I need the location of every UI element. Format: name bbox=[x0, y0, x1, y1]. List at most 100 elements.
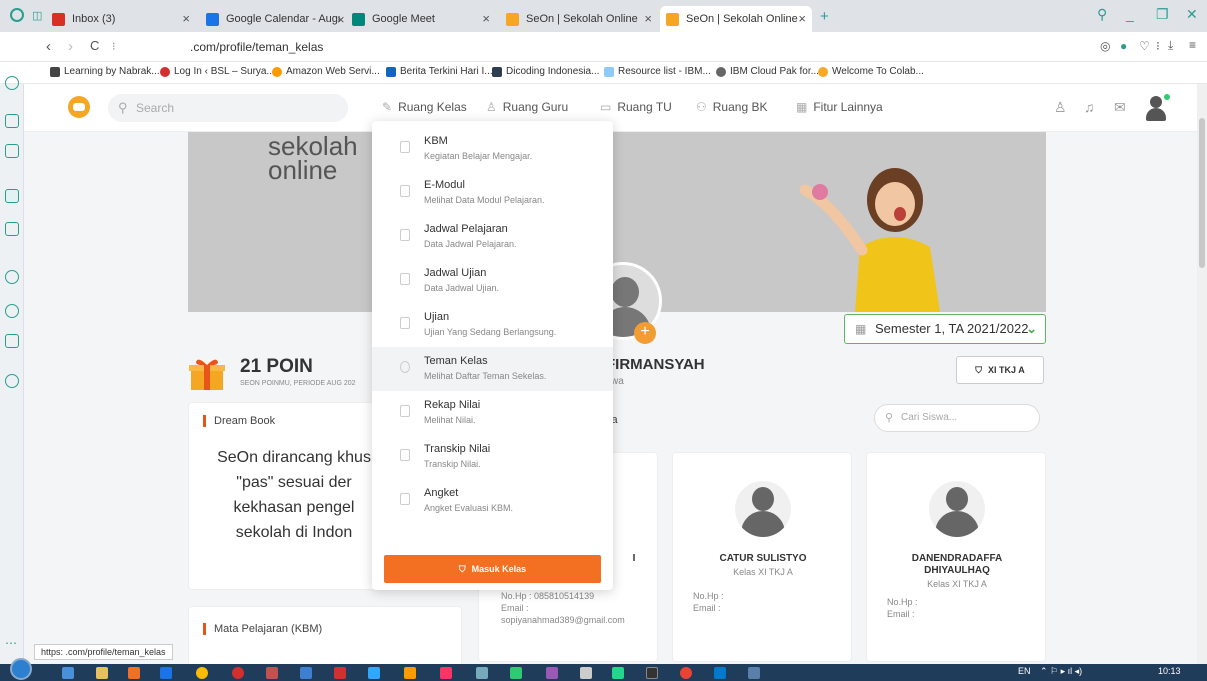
illustrator-icon[interactable] bbox=[404, 667, 416, 679]
browser-icon[interactable] bbox=[748, 667, 760, 679]
heart-icon[interactable]: ♡ bbox=[1139, 39, 1150, 53]
dropdown-item-rekap-nilai[interactable]: Rekap Nilai Melihat Nilai. bbox=[372, 391, 613, 435]
tab-meet[interactable]: Google Meet × bbox=[346, 6, 496, 32]
reader-icon[interactable] bbox=[5, 222, 19, 236]
cube-icon[interactable] bbox=[5, 334, 19, 348]
site-info-icon[interactable]: ⁝ bbox=[112, 40, 116, 53]
close-icon[interactable]: × bbox=[482, 6, 490, 32]
dropdown-item-transkip-nilai[interactable]: Transkip Nilai Transkip Nilai. bbox=[372, 435, 613, 479]
user-icon[interactable]: ♙ bbox=[1054, 99, 1067, 116]
bookmark-item[interactable]: Amazon Web Servi... bbox=[272, 66, 380, 77]
dropdown-item-e-modul[interactable]: E-Modul Melihat Data Modul Pelajaran. bbox=[372, 171, 613, 215]
search-student-box[interactable]: ⚲ Cari Siswa... bbox=[874, 404, 1040, 432]
upload-photo-button[interactable]: + bbox=[634, 322, 656, 344]
search-input[interactable]: Search bbox=[136, 101, 174, 115]
heart-icon[interactable] bbox=[5, 270, 19, 284]
menu-fitur-lainnya[interactable]: ▦ Fitur Lainnya bbox=[796, 100, 883, 114]
avatar[interactable] bbox=[1142, 94, 1170, 122]
opera-icon[interactable] bbox=[232, 667, 244, 679]
speed-dial-icon[interactable] bbox=[5, 76, 19, 90]
class-button[interactable]: ⛉ XI TKJ A bbox=[956, 356, 1044, 384]
bell-icon[interactable]: ♫ bbox=[1084, 99, 1095, 115]
photoshop-icon[interactable] bbox=[368, 667, 380, 679]
tray-icons[interactable]: ⌃ ⚐ ▸ ıl ◂) bbox=[1040, 666, 1082, 677]
menu-ruang-guru[interactable]: ♙ Ruang Guru bbox=[486, 100, 568, 114]
clock[interactable]: 10:13 bbox=[1158, 666, 1181, 676]
new-tab-icon[interactable]: + bbox=[820, 8, 829, 25]
dropdown-item-jadwal-ujian[interactable]: Jadwal Ujian Data Jadwal Ujian. bbox=[372, 259, 613, 303]
chrome-icon[interactable] bbox=[196, 667, 208, 679]
mail-icon[interactable]: ✉ bbox=[1114, 99, 1126, 116]
bookmark-item[interactable]: Learning by Nabrak... bbox=[50, 66, 160, 77]
app-icon[interactable] bbox=[128, 667, 140, 679]
bookmark-item[interactable]: Berita Terkini Hari I... bbox=[386, 66, 493, 77]
reload-icon[interactable]: C bbox=[90, 38, 99, 53]
download-icon[interactable]: ⤓ bbox=[1168, 38, 1173, 53]
tab-meet[interactable] bbox=[206, 6, 232, 32]
camera-icon[interactable]: ◎ bbox=[1100, 39, 1110, 53]
restore-icon[interactable]: ❐ bbox=[1156, 6, 1169, 23]
more-icon[interactable]: ⋯ bbox=[5, 636, 17, 650]
app-icon[interactable] bbox=[300, 667, 312, 679]
bookmark-item[interactable]: Dicoding Indonesia... bbox=[492, 66, 599, 77]
semester-select[interactable]: ▦ Semester 1, TA 2021/2022 ⌄ bbox=[844, 314, 1046, 344]
app-icon[interactable] bbox=[476, 667, 488, 679]
minimize-icon[interactable]: _ bbox=[1126, 6, 1134, 22]
menu-ruang-kelas[interactable]: ✎ Ruang Kelas bbox=[382, 100, 467, 114]
chat-icon[interactable] bbox=[5, 144, 19, 158]
dropdown-item-angket[interactable]: Angket Angket Evaluasi KBM. bbox=[372, 479, 613, 523]
chrome-icon[interactable] bbox=[680, 667, 692, 679]
explorer-icon[interactable] bbox=[96, 667, 108, 679]
shield-icon[interactable]: ● bbox=[1120, 39, 1127, 53]
back-icon[interactable]: ‹ bbox=[46, 38, 51, 55]
search-box[interactable]: ⚲ Search bbox=[108, 94, 348, 122]
masuk-kelas-button[interactable]: ⛉ Masuk Kelas bbox=[384, 555, 601, 583]
vivaldi-icon[interactable] bbox=[266, 667, 278, 679]
app-icon[interactable] bbox=[160, 667, 172, 679]
close-icon[interactable]: × bbox=[798, 6, 806, 32]
dropdown-item-jadwal-pelajaran[interactable]: Jadwal Pelajaran Data Jadwal Pelajaran. bbox=[372, 215, 613, 259]
seon-logo[interactable] bbox=[68, 96, 90, 118]
indesign-icon[interactable] bbox=[440, 667, 452, 679]
bag-icon[interactable] bbox=[5, 114, 19, 128]
browser-logo-icon[interactable] bbox=[10, 8, 24, 22]
home-icon[interactable] bbox=[5, 189, 19, 203]
ie-icon[interactable] bbox=[62, 667, 74, 679]
student-card[interactable]: DANENDRADAFFA DHIYAULHAQ Kelas XI TKJ A … bbox=[866, 452, 1046, 662]
window-close-icon[interactable]: ✕ bbox=[1186, 6, 1198, 23]
app-icon[interactable] bbox=[546, 667, 558, 679]
tab-groups-icon[interactable]: ◫ bbox=[32, 9, 42, 22]
bookmark-item[interactable]: Welcome To Colab... bbox=[818, 66, 924, 77]
forward-icon[interactable]: › bbox=[68, 38, 73, 55]
history-icon[interactable] bbox=[5, 304, 19, 318]
close-icon[interactable]: × bbox=[337, 12, 345, 27]
dropdown-item-kbm[interactable]: KBM Kegiatan Belajar Mengajar. bbox=[372, 127, 613, 171]
vscode-icon[interactable] bbox=[714, 667, 726, 679]
terminal-icon[interactable] bbox=[646, 667, 658, 679]
menu-ruang-tu[interactable]: ▭ Ruang TU bbox=[600, 100, 672, 114]
language-indicator[interactable]: EN bbox=[1018, 666, 1031, 676]
bookmark-item[interactable]: Resource list - IBM... bbox=[604, 66, 711, 77]
start-button[interactable] bbox=[10, 658, 32, 680]
notepad-icon[interactable] bbox=[580, 667, 592, 679]
tab-seon-active[interactable]: SeOn | Sekolah Online × bbox=[660, 6, 812, 32]
search-student-input[interactable]: Cari Siswa... bbox=[901, 412, 957, 423]
url-field[interactable]: .com/profile/teman_kelas bbox=[190, 40, 323, 54]
close-icon[interactable]: × bbox=[182, 6, 190, 32]
app-icon[interactable] bbox=[510, 667, 522, 679]
dropdown-item-teman-kelas[interactable]: Teman Kelas Melihat Daftar Teman Sekelas. bbox=[372, 347, 613, 391]
close-icon[interactable]: × bbox=[644, 6, 652, 32]
settings-icon[interactable] bbox=[5, 374, 19, 388]
bookmark-item[interactable]: Log In ‹ BSL – Surya... bbox=[160, 66, 275, 77]
pycharm-icon[interactable] bbox=[612, 667, 624, 679]
bookmark-item[interactable]: IBM Cloud Pak for... bbox=[716, 66, 819, 77]
dropdown-item-ujian[interactable]: Ujian Ujian Yang Sedang Berlangsung. bbox=[372, 303, 613, 347]
menu-ruang-bk[interactable]: ⚇ Ruang BK bbox=[696, 100, 767, 114]
menu-icon[interactable]: ≡ bbox=[1189, 38, 1196, 52]
scrollbar-thumb[interactable] bbox=[1199, 118, 1205, 268]
tab-seon-1[interactable]: SeOn | Sekolah Online × bbox=[500, 6, 658, 32]
search-tabs-icon[interactable]: ⚲ bbox=[1097, 6, 1107, 23]
student-card[interactable]: CATUR SULISTYO Kelas XI TKJ A No.Hp : Em… bbox=[672, 452, 852, 662]
tab-gmail[interactable]: Inbox (3) × bbox=[46, 6, 196, 32]
more-icon[interactable]: ⁝ bbox=[1156, 39, 1160, 53]
